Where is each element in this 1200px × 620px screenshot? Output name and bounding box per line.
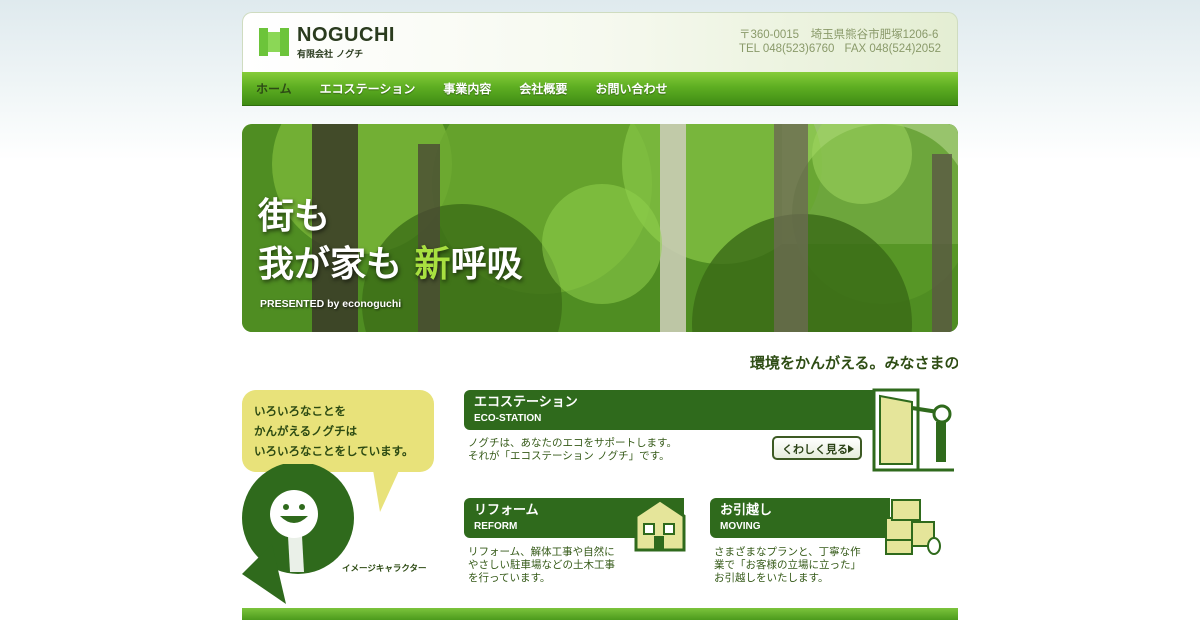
hero-highlight: 新 (414, 244, 451, 285)
hero-headline-2b: 呼吸 (450, 244, 523, 285)
marquee: 環境をかんがえる。みなさまの (242, 352, 958, 374)
hero-headline-2: 我が家も 新呼吸 (258, 244, 523, 286)
bubble-line-1: いろいろなことを (254, 404, 346, 418)
character-icon (242, 464, 354, 604)
brand-name[interactable]: NOGUCHI (297, 24, 395, 47)
reform-desc-3: を行っています。 (468, 572, 551, 584)
nav-eco-station[interactable]: エコステーション (320, 80, 416, 97)
logo-icon[interactable] (257, 26, 291, 58)
reform-desc-1: リフォーム、解体工事や自然に (468, 546, 615, 558)
site-header: NOGUCHI 有限会社 ノグチ 〒360-0015 埼玉県熊谷市肥塚1206-… (242, 12, 958, 72)
reform-desc-2: やさしい駐車場などの土木工事 (468, 559, 615, 571)
eco-station-subtitle: ECO-STATION (474, 413, 542, 424)
house-icon (634, 498, 686, 552)
moving-desc-1: さまざまなプランと、丁寧な作 (714, 546, 861, 558)
address-text: 〒360-0015 埼玉県熊谷市肥塚1206-6 (738, 29, 939, 41)
bubble-line-3: いろいろなことをしています。 (254, 444, 414, 458)
boxes-icon (885, 499, 941, 555)
reform-desc: リフォーム、解体工事や自然に やさしい駐車場などの土木工事 を行っています。 (468, 546, 615, 585)
more-details-label: くわしく見る (782, 443, 848, 456)
eco-station-title: エコステーション (474, 395, 578, 410)
character-label: イメージキャラクター (342, 564, 427, 574)
eco-station-icon (872, 388, 954, 472)
nav-company[interactable]: 会社概要 (519, 80, 567, 97)
moving-desc-3: お引越しをいたします。 (714, 572, 829, 584)
eco-station-desc-2: それが「エコステーション ノグチ」です。 (468, 450, 670, 462)
eco-station-bar[interactable]: エコステーション ECO-STATION (464, 390, 876, 430)
moving-desc-2: 業で「お客様の立場に立った」 (714, 559, 861, 571)
moving-bar[interactable]: お引越し MOVING (710, 498, 890, 538)
footer-bar (242, 608, 958, 620)
arrow-right-icon (848, 445, 854, 453)
brand-subtitle: 有限会社 ノグチ (297, 50, 364, 60)
moving-title: お引越し (720, 503, 773, 518)
bubble-line-2: かんがえるノグチは (254, 424, 358, 438)
hero-headline-2a: 我が家も (258, 244, 415, 285)
eco-station-desc-1: ノグチは、あなたのエコをサポートします。 (468, 437, 677, 449)
nav-contact[interactable]: お問い合わせ (595, 80, 667, 97)
tel-text: TEL 048(523)6760 (738, 43, 835, 55)
bubble-tail-icon (372, 464, 402, 512)
speech-bubble: いろいろなことを かんがえるノグチは いろいろなことをしています。 (242, 390, 434, 472)
nav-home[interactable]: ホーム (256, 80, 292, 97)
contact-info: 〒360-0015 埼玉県熊谷市肥塚1206-6 TEL 048(523)676… (739, 28, 941, 56)
moving-subtitle: MOVING (720, 521, 761, 532)
nav-business[interactable]: 事業内容 (443, 80, 491, 97)
hero-presented-by: PRESENTED by econoguchi (260, 298, 402, 310)
fax-text: FAX 048(524)2052 (844, 43, 941, 55)
eco-station-desc: ノグチは、あなたのエコをサポートします。 それが「エコステーション ノグチ」です… (468, 437, 677, 463)
moving-desc: さまざまなプランと、丁寧な作 業で「お客様の立場に立った」 お引越しをいたします… (714, 546, 861, 585)
hero-banner: 街も 我が家も 新呼吸 PRESENTED by econoguchi (242, 124, 958, 332)
hero-headline-1: 街も (258, 196, 331, 237)
more-details-button[interactable]: くわしく見る (772, 436, 862, 460)
marquee-text: 環境をかんがえる。みなさまの (750, 354, 958, 372)
main-nav: ホーム エコステーション 事業内容 会社概要 お問い合わせ (242, 72, 958, 106)
